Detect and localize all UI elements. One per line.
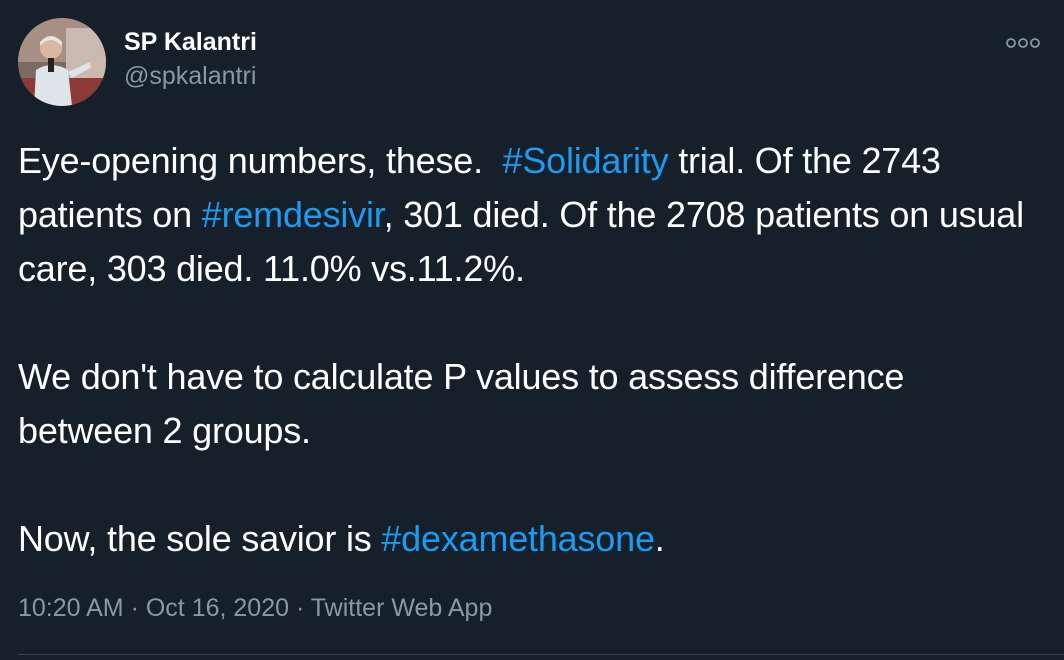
- avatar-photo: [18, 18, 106, 106]
- tweet-card: SP Kalantri @spkalantri Eye-opening numb…: [0, 0, 1064, 660]
- tweet-text: Eye-opening numbers, these. #Solidarity …: [18, 134, 1028, 566]
- tweet-text-segment: Eye-opening numbers, these.: [18, 140, 503, 181]
- meta-separator: ·: [123, 594, 146, 622]
- tweet-meta: 10:20 AM · Oct 16, 2020 · Twitter Web Ap…: [18, 592, 492, 624]
- author-info[interactable]: SP Kalantri @spkalantri: [124, 26, 257, 92]
- tweet-paragraph-3: Now, the sole savior is #dexamethasone.: [18, 512, 1028, 566]
- hashtag-solidarity[interactable]: #Solidarity: [503, 140, 669, 181]
- author-name[interactable]: SP Kalantri: [124, 26, 257, 58]
- avatar[interactable]: [18, 18, 106, 106]
- more-button[interactable]: [1003, 28, 1043, 58]
- hashtag-dexamethasone[interactable]: #dexamethasone: [381, 518, 655, 559]
- meta-separator: ·: [289, 594, 311, 622]
- more-horizontal-icon: [1006, 38, 1040, 48]
- hashtag-remdesivir[interactable]: #remdesivir: [202, 194, 384, 235]
- author-handle[interactable]: @spkalantri: [124, 60, 257, 92]
- tweet-text-segment: Now, the sole savior is: [18, 518, 382, 559]
- tweet-source[interactable]: Twitter Web App: [311, 594, 493, 622]
- tweet-date[interactable]: Oct 16, 2020: [146, 594, 289, 622]
- tweet-paragraph-2: We don't have to calculate P values to a…: [18, 356, 905, 451]
- divider: [18, 654, 1064, 655]
- tweet-text-segment: .: [654, 518, 665, 559]
- tweet-time[interactable]: 10:20 AM: [18, 594, 124, 622]
- tweet-paragraph-1: Eye-opening numbers, these. #Solidarity …: [18, 134, 1028, 296]
